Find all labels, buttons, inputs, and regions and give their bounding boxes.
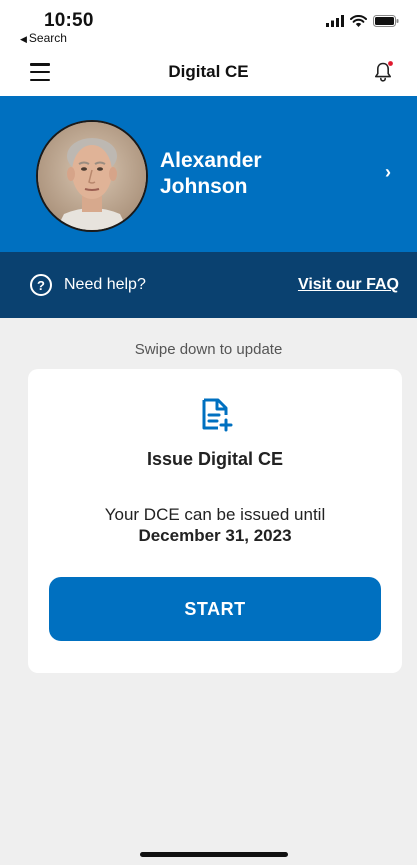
status-bar: 10:50 ◀ Search bbox=[0, 0, 417, 48]
back-label: Search bbox=[28, 31, 67, 45]
profile-name: Alexander Johnson bbox=[160, 148, 350, 200]
issue-dce-card: Issue Digital CE Your DCE can be issued … bbox=[28, 369, 402, 673]
home-indicator[interactable] bbox=[140, 852, 288, 857]
profile-photo bbox=[38, 122, 146, 230]
swipe-hint: Swipe down to update bbox=[134, 341, 283, 358]
status-icons bbox=[326, 15, 399, 27]
profile-first-name: Alexander bbox=[160, 149, 262, 172]
bell-icon[interactable] bbox=[371, 60, 395, 84]
wifi-icon bbox=[350, 15, 367, 27]
card-title: Issue Digital CE bbox=[146, 449, 284, 469]
back-to-search-link[interactable]: ◀ Search bbox=[20, 31, 67, 45]
notification-badge bbox=[388, 61, 393, 66]
start-button[interactable]: START bbox=[49, 577, 381, 641]
avatar bbox=[36, 120, 148, 232]
back-triangle-icon: ◀ bbox=[20, 34, 27, 44]
need-help-text: Need help? bbox=[64, 276, 146, 293]
help-bar: ? Need help? Visit our FAQ bbox=[0, 252, 417, 318]
battery-icon bbox=[373, 15, 399, 27]
profile-last-name: Johnson bbox=[160, 175, 248, 198]
status-time: 10:50 bbox=[44, 10, 94, 31]
navigation-bar: Digital CE bbox=[0, 48, 417, 96]
question-mark-icon: ? bbox=[30, 274, 52, 296]
profile-banner[interactable]: Alexander Johnson › bbox=[0, 96, 417, 252]
app-screen: 10:50 ◀ Search Digital CE Alexander John… bbox=[0, 0, 417, 865]
chevron-right-icon: › bbox=[385, 162, 391, 182]
page-title: Digital CE bbox=[168, 62, 249, 81]
signal-icon bbox=[326, 15, 344, 27]
visit-faq-link[interactable]: Visit our FAQ bbox=[298, 276, 399, 294]
card-expiry-date: December 31, 2023 bbox=[138, 526, 292, 545]
card-description: Your DCE can be issued until bbox=[104, 505, 326, 524]
document-add-icon bbox=[202, 398, 233, 432]
